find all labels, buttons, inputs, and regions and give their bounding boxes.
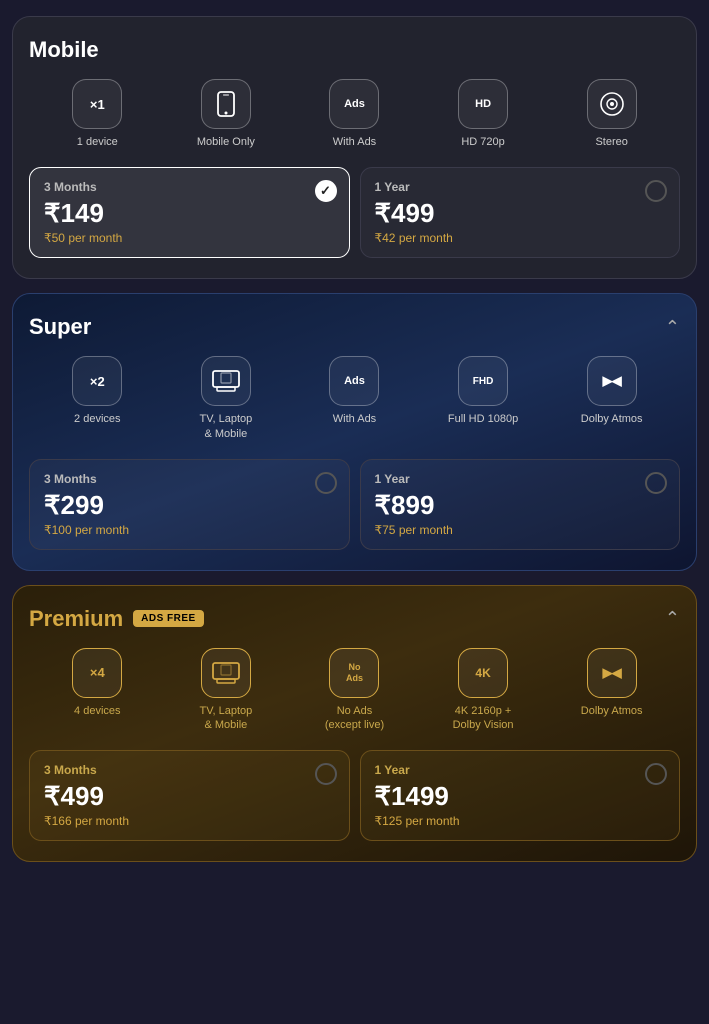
price-amount: ₹499 [375,198,666,229]
plan-header-mobile: Mobile [29,37,680,63]
feature-quality: 4K 4K 2160p + Dolby Vision [419,648,548,733]
price-option-super-1[interactable]: 1 Year ₹899 ₹75 per month [360,459,681,550]
feature-audio: ▶◀ Dolby Atmos [547,648,676,718]
plan-title-premium: Premium [29,606,123,632]
feature-devices: ×1 1 device [33,79,162,149]
price-per-month: ₹50 per month [44,231,335,245]
feature-label-ads: With Ads [333,412,376,426]
features-row-super: ×2 2 devices TV, Laptop & Mobile Ads With A… [29,356,680,441]
feature-screen: TV, Laptop & Mobile [162,648,291,733]
feature-label-screen: TV, Laptop & Mobile [199,704,252,733]
feature-label-quality: HD 720p [461,135,504,149]
feature-screen: Mobile Only [162,79,291,149]
feature-label-screen: TV, Laptop & Mobile [199,412,252,441]
feature-icon-mobile [201,79,251,129]
feature-ads: NoAds No Ads (except live) [290,648,419,733]
price-per-month: ₹100 per month [44,523,335,537]
price-per-month: ₹75 per month [375,523,666,537]
features-row-premium: ×4 4 devices TV, Laptop & Mobile NoAds No A… [29,648,680,733]
feature-icon-dolby: ▶◀ [587,648,637,698]
price-period-label: 3 Months [44,763,335,777]
price-option-super-0[interactable]: 3 Months ₹299 ₹100 per month [29,459,350,550]
feature-icon-tv [201,648,251,698]
price-option-mobile-1[interactable]: 1 Year ₹499 ₹42 per month [360,167,681,258]
feature-label-audio: Dolby Atmos [581,412,643,426]
feature-label-audio: Stereo [595,135,627,149]
features-row-mobile: ×1 1 device Mobile Only Ads With Ads HD HD 72… [29,79,680,149]
feature-label-quality: Full HD 1080p [448,412,518,426]
plan-header-premium: Premium ADS FREE ⌃ [29,606,680,632]
feature-icon-hd: HD [458,79,508,129]
radio-button[interactable] [315,763,337,785]
feature-icon-fhd: FHD [458,356,508,406]
price-options-mobile: 3 Months ₹149 ₹50 per month 1 Year ₹499 ₹42 p… [29,167,680,258]
plan-title-row: Mobile [29,37,99,63]
plan-card-premium: Premium ADS FREE ⌃ ×4 4 devices TV, Laptop &… [12,585,697,863]
plan-card-super: Super ⌃ ×2 2 devices TV, Laptop & Mobile Ads… [12,293,697,571]
feature-label-quality: 4K 2160p + Dolby Vision [453,704,514,733]
feature-icon-stereo [587,79,637,129]
feature-devices: ×4 4 devices [33,648,162,718]
price-amount: ₹1499 [375,781,666,812]
radio-button[interactable] [645,472,667,494]
price-options-premium: 3 Months ₹499 ₹166 per month 1 Year ₹1499 ₹12… [29,750,680,841]
feature-quality: FHD Full HD 1080p [419,356,548,426]
feature-icon-tv [201,356,251,406]
feature-devices: ×2 2 devices [33,356,162,426]
chevron-up-icon[interactable]: ⌃ [665,608,680,629]
plan-title-mobile: Mobile [29,37,99,63]
feature-label-ads: No Ads (except live) [325,704,384,733]
chevron-up-icon[interactable]: ⌃ [665,317,680,338]
feature-label-screen: Mobile Only [197,135,255,149]
feature-quality: HD HD 720p [419,79,548,149]
feature-icon-ads: Ads [329,356,379,406]
radio-button[interactable] [315,472,337,494]
feature-icon-x1: ×1 [72,79,122,129]
feature-icon-4k: 4K [458,648,508,698]
feature-icon-ads: Ads [329,79,379,129]
price-per-month: ₹125 per month [375,814,666,828]
page-container: Mobile ×1 1 device Mobile Only Ads With Ads H… [0,0,709,878]
feature-label-audio: Dolby Atmos [581,704,643,718]
feature-ads: Ads With Ads [290,356,419,426]
price-option-premium-1[interactable]: 1 Year ₹1499 ₹125 per month [360,750,681,841]
price-period-label: 1 Year [375,472,666,486]
radio-button[interactable] [315,180,337,202]
plan-title-row: Premium ADS FREE [29,606,204,632]
price-amount: ₹149 [44,198,335,229]
feature-icon-x2: ×2 [72,356,122,406]
price-option-mobile-0[interactable]: 3 Months ₹149 ₹50 per month [29,167,350,258]
price-period-label: 1 Year [375,180,666,194]
feature-screen: TV, Laptop & Mobile [162,356,291,441]
feature-icon-dolby: ▶◀ [587,356,637,406]
feature-icon-x4: ×4 [72,648,122,698]
ads-free-badge: ADS FREE [133,610,204,627]
feature-audio: Stereo [547,79,676,149]
price-option-premium-0[interactable]: 3 Months ₹499 ₹166 per month [29,750,350,841]
plan-card-mobile: Mobile ×1 1 device Mobile Only Ads With Ads H… [12,16,697,279]
price-per-month: ₹166 per month [44,814,335,828]
price-amount: ₹499 [44,781,335,812]
price-amount: ₹899 [375,490,666,521]
plan-title-super: Super [29,314,91,340]
price-per-month: ₹42 per month [375,231,666,245]
price-amount: ₹299 [44,490,335,521]
feature-audio: ▶◀ Dolby Atmos [547,356,676,426]
price-period-label: 1 Year [375,763,666,777]
plan-title-row: Super [29,314,91,340]
feature-label-devices: 1 device [77,135,118,149]
feature-label-ads: With Ads [333,135,376,149]
price-period-label: 3 Months [44,180,335,194]
feature-label-devices: 2 devices [74,412,120,426]
feature-icon-no-ads: NoAds [329,648,379,698]
plan-header-super: Super ⌃ [29,314,680,340]
price-period-label: 3 Months [44,472,335,486]
feature-ads: Ads With Ads [290,79,419,149]
price-options-super: 3 Months ₹299 ₹100 per month 1 Year ₹899 ₹75 … [29,459,680,550]
feature-label-devices: 4 devices [74,704,120,718]
